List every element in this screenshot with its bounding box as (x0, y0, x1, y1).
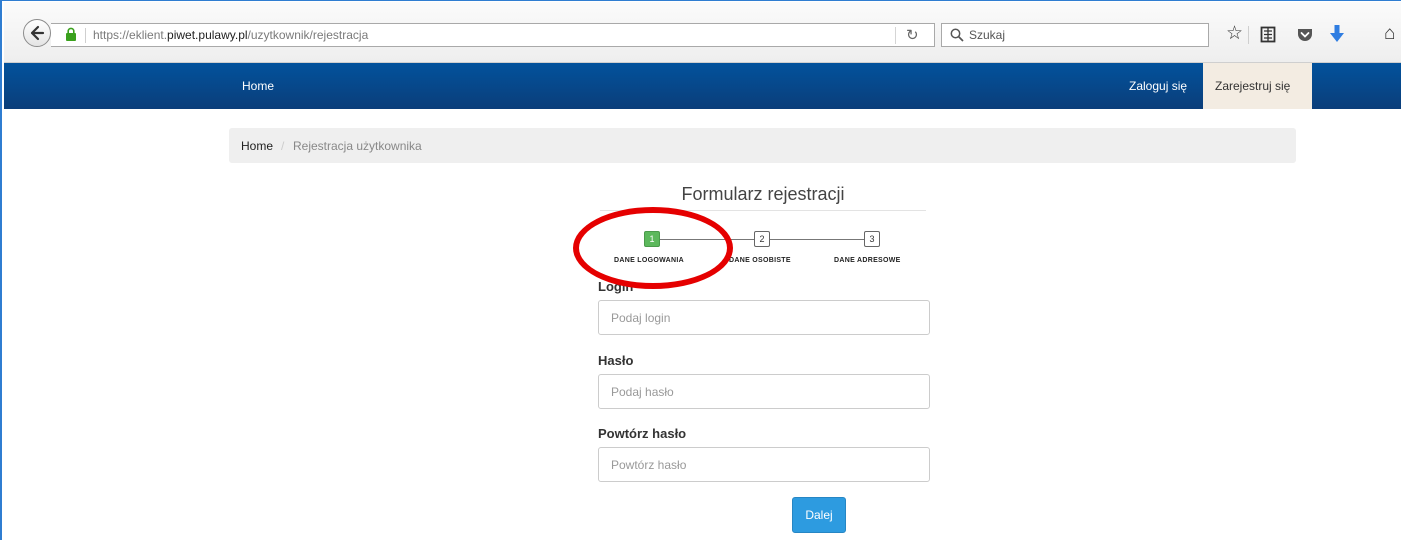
reading-list-icon[interactable] (1260, 26, 1276, 43)
reload-icon[interactable]: ↻ (906, 26, 919, 44)
home-icon[interactable]: ⌂ (1384, 24, 1395, 44)
title-divider (600, 210, 926, 211)
pocket-icon[interactable] (1297, 28, 1313, 42)
reload-separator (895, 27, 896, 44)
search-placeholder: Szukaj (969, 28, 1006, 42)
search-box[interactable]: Szukaj (941, 23, 1209, 47)
back-arrow-icon (30, 25, 45, 41)
download-icon[interactable] (1330, 25, 1344, 43)
nav-register-tab[interactable]: Zarejestruj się (1203, 63, 1312, 109)
url-separator (85, 28, 86, 43)
breadcrumb-current: Rejestracja użytkownika (293, 139, 422, 153)
step-1-indicator: 1 (644, 231, 660, 247)
browser-window: https://eklient.piwet.pulawy.pl/uzytkown… (0, 0, 1401, 540)
step-connector (660, 239, 754, 240)
form-title: Formularz rejestracji (681, 184, 845, 204)
breadcrumb-home-link[interactable]: Home (241, 139, 273, 153)
repeat-password-input[interactable] (598, 447, 930, 482)
nav-home-link[interactable]: Home (242, 79, 274, 93)
browser-toolbar: https://eklient.piwet.pulawy.pl/uzytkown… (4, 2, 1401, 63)
back-button[interactable] (23, 19, 51, 47)
url-text: https://eklient.piwet.pulawy.pl/uzytkown… (93, 28, 369, 42)
lock-icon (66, 27, 76, 41)
step-connector (770, 239, 864, 240)
nav-register-label: Zarejestruj się (1215, 79, 1291, 93)
step-3-label: DANE ADRESOWE (834, 257, 901, 264)
step-3-indicator: 3 (864, 231, 880, 247)
next-button[interactable]: Dalej (792, 497, 846, 533)
login-input[interactable] (598, 300, 930, 335)
breadcrumb: Home / Rejestracja użytkownika (229, 128, 1296, 163)
site-navbar: Home Zaloguj się Zarejestruj się (4, 63, 1401, 109)
search-icon (950, 28, 964, 42)
step-1-label: DANE LOGOWANIA (614, 257, 684, 264)
password-label: Hasło (598, 353, 634, 368)
address-bar[interactable]: https://eklient.piwet.pulawy.pl/uzytkown… (51, 23, 935, 47)
password-input[interactable] (598, 374, 930, 409)
repeat-password-label: Powtórz hasło (598, 426, 687, 441)
star-icon[interactable]: ☆ (1226, 24, 1243, 44)
step-2-label: DANE OSOBISTE (729, 257, 791, 264)
login-label: Login (598, 279, 634, 294)
annotation-circle (573, 207, 733, 289)
step-2-indicator: 2 (754, 231, 770, 247)
nav-login-link[interactable]: Zaloguj się (1129, 79, 1187, 93)
toolbar-separator (1248, 26, 1249, 44)
breadcrumb-separator: / (281, 139, 285, 153)
